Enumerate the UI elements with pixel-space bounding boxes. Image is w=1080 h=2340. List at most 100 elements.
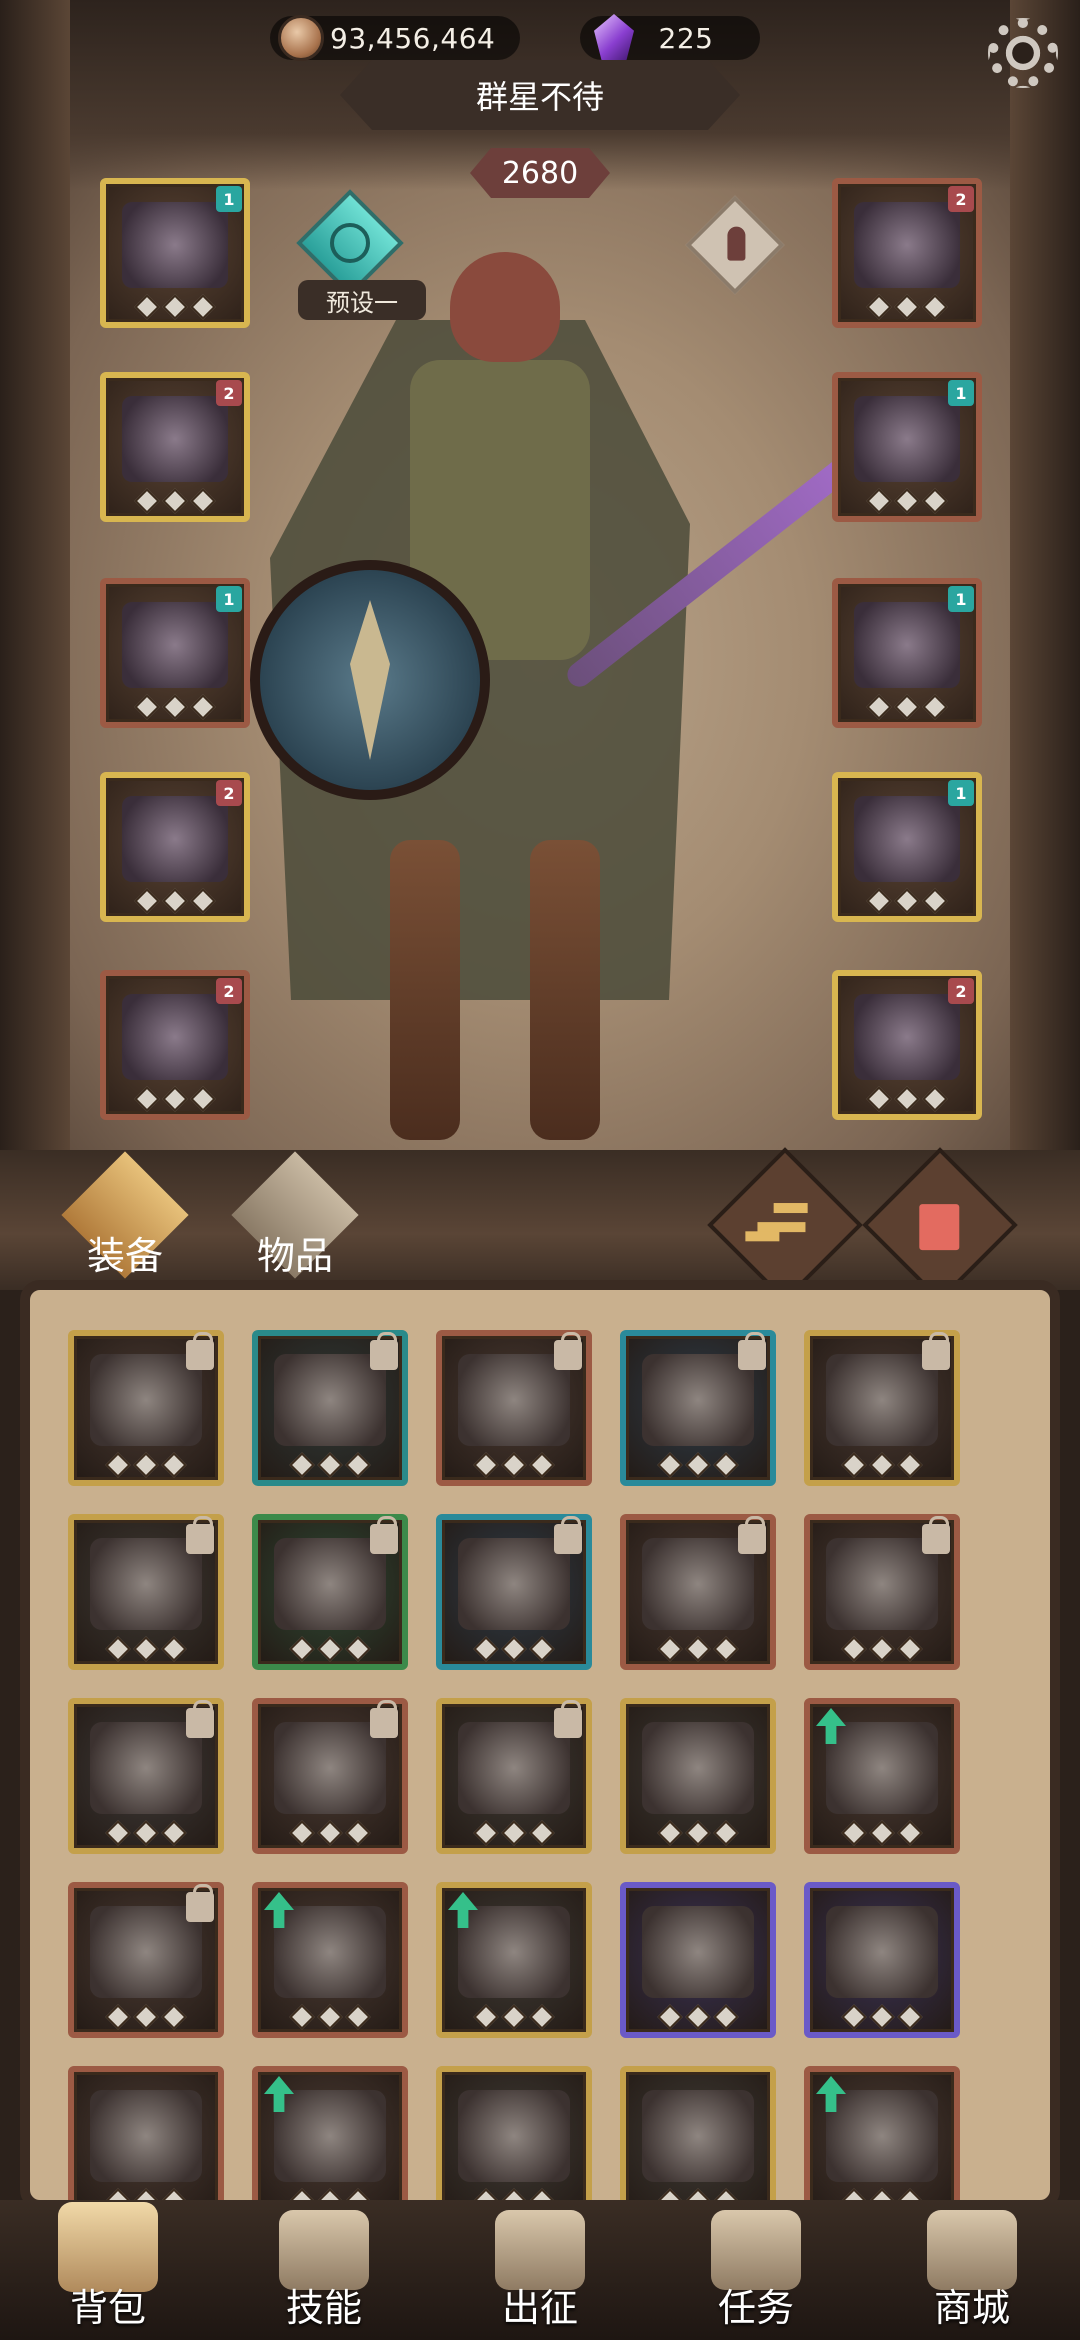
socket-icon — [501, 1820, 527, 1846]
socket-gems — [106, 488, 244, 514]
inventory-item-purple-gauntlet[interactable] — [620, 1882, 776, 2038]
character-shield — [250, 560, 490, 800]
inventory-item-serrated-sword[interactable] — [436, 1882, 592, 2038]
ring-icon — [854, 396, 960, 482]
socket-icon — [473, 1820, 499, 1846]
equip-slot-bracer[interactable]: 1 — [100, 578, 250, 728]
lock-icon — [370, 1516, 398, 1554]
equip-slot-skull-helmet[interactable]: 1 — [100, 178, 250, 328]
dark-beret-icon — [274, 1906, 386, 1998]
settings-gear-icon[interactable] — [988, 18, 1058, 88]
character-figure — [250, 240, 862, 1160]
gold-currency: 93,456,464 — [270, 12, 520, 64]
socket-icon — [657, 1636, 683, 1662]
socket-icon — [922, 488, 948, 514]
equip-slot-flesh-sword[interactable]: 1 — [832, 772, 982, 922]
nav-shop[interactable]: 商城 — [864, 2200, 1080, 2340]
level-tag: 2 — [948, 978, 974, 1004]
cross-shield-icon — [90, 1906, 202, 1998]
equip-slot-belt-skirt[interactable]: 2 — [100, 772, 250, 922]
equip-slot-spiked-armor[interactable]: 2 — [100, 372, 250, 522]
inventory-item-curved-blade[interactable] — [804, 1698, 960, 1854]
inventory-item-spike-crown[interactable] — [620, 1698, 776, 1854]
inventory-item-cross-shield[interactable] — [68, 1882, 224, 2038]
socket-gems — [810, 1820, 954, 1846]
inventory-item-hood[interactable] — [252, 1330, 408, 1486]
nav-expedition[interactable]: 出征 — [432, 2200, 648, 2340]
inventory-item-round-shield[interactable] — [68, 1698, 224, 1854]
equip-slot-horned-shield[interactable]: 2 — [832, 970, 982, 1120]
inventory-item-skull-pauldron[interactable] — [804, 1330, 960, 1486]
lock-icon — [186, 1884, 214, 1922]
equip-slot-ring[interactable]: 1 — [832, 372, 982, 522]
inventory-item-plate-armor[interactable] — [68, 1514, 224, 1670]
inventory-item-blue-glove[interactable] — [252, 1698, 408, 1854]
inventory-item-spiral-shield[interactable] — [252, 2066, 408, 2200]
brown-robe-icon — [642, 1538, 754, 1630]
socket-icon — [134, 294, 160, 320]
socket-icon — [289, 1452, 315, 1478]
inventory-item-brown-robe[interactable] — [620, 1514, 776, 1670]
lock-icon — [370, 1332, 398, 1370]
equip-slot-purple-gauntlet[interactable]: 1 — [832, 578, 982, 728]
socket-icon — [289, 1636, 315, 1662]
round-shield-icon — [90, 1722, 202, 1814]
inventory-item-ruby-ring[interactable] — [804, 1882, 960, 2038]
lock-icon — [554, 1332, 582, 1370]
socket-gems — [258, 2004, 402, 2030]
socket-gems — [106, 1086, 244, 1112]
socket-icon — [105, 1636, 131, 1662]
socket-icon — [866, 1086, 892, 1112]
inventory-item-dark-skirt[interactable] — [436, 1698, 592, 1854]
socket-icon — [473, 1636, 499, 1662]
socket-icon — [529, 1820, 555, 1846]
tab-equipment[interactable]: 装备 — [60, 1151, 190, 1280]
inventory-item-leather-skirt[interactable] — [804, 1514, 960, 1670]
character-head — [450, 252, 560, 362]
equip-slot-amulet[interactable]: 2 — [832, 178, 982, 328]
socket-icon — [317, 1452, 343, 1478]
character-leg-left — [390, 840, 460, 1140]
right-frame — [1010, 0, 1080, 1195]
nav-backpack-label: 背包 — [69, 2286, 146, 2330]
inventory-item-winged-helm[interactable] — [620, 1330, 776, 1486]
inventory-item-iron-helm[interactable] — [436, 2066, 592, 2200]
inventory-item-claw-ring[interactable] — [68, 1330, 224, 1486]
socket-icon — [713, 2004, 739, 2030]
socket-icon — [657, 2004, 683, 2030]
socket-icon — [190, 888, 216, 914]
socket-icon — [841, 1636, 867, 1662]
inventory-item-cosmic-cape[interactable] — [804, 2066, 960, 2200]
socket-gems — [838, 488, 976, 514]
amulet-icon — [854, 202, 960, 288]
curved-blade-icon — [826, 1722, 938, 1814]
preset-button[interactable]: 预设一 — [298, 280, 426, 320]
inventory-item-serpent-ring[interactable] — [620, 2066, 776, 2200]
socket-icon — [134, 694, 160, 720]
socket-icon — [345, 2004, 371, 2030]
socket-icon — [162, 488, 188, 514]
socket-icon — [133, 1452, 159, 1478]
scarab-amulet-icon — [90, 2090, 202, 2182]
socket-icon — [133, 1820, 159, 1846]
socket-icon — [922, 294, 948, 320]
socket-icon — [162, 694, 188, 720]
socket-gems — [838, 1086, 976, 1112]
inventory-item-dark-beret[interactable] — [252, 1882, 408, 2038]
socket-icon — [190, 1086, 216, 1112]
tab-items[interactable]: 物品 — [230, 1151, 360, 1280]
bottom-nav: 背包 技能 出征 任务 商城 — [0, 2200, 1080, 2340]
socket-icon — [134, 488, 160, 514]
spiral-shield-icon — [274, 2090, 386, 2182]
nav-skills[interactable]: 技能 — [216, 2200, 432, 2340]
nav-backpack[interactable]: 背包 — [0, 2200, 216, 2340]
inventory-item-star-buckler[interactable] — [436, 1330, 592, 1486]
inventory-item-blue-robe[interactable] — [436, 1514, 592, 1670]
equip-slot-boots[interactable]: 2 — [100, 970, 250, 1120]
inventory-item-steel-boots[interactable] — [252, 1514, 408, 1670]
inventory-item-scarab-amulet[interactable] — [68, 2066, 224, 2200]
blue-robe-icon — [458, 1538, 570, 1630]
socket-gems — [258, 1636, 402, 1662]
nav-quests[interactable]: 任务 — [648, 2200, 864, 2340]
socket-icon — [105, 2004, 131, 2030]
